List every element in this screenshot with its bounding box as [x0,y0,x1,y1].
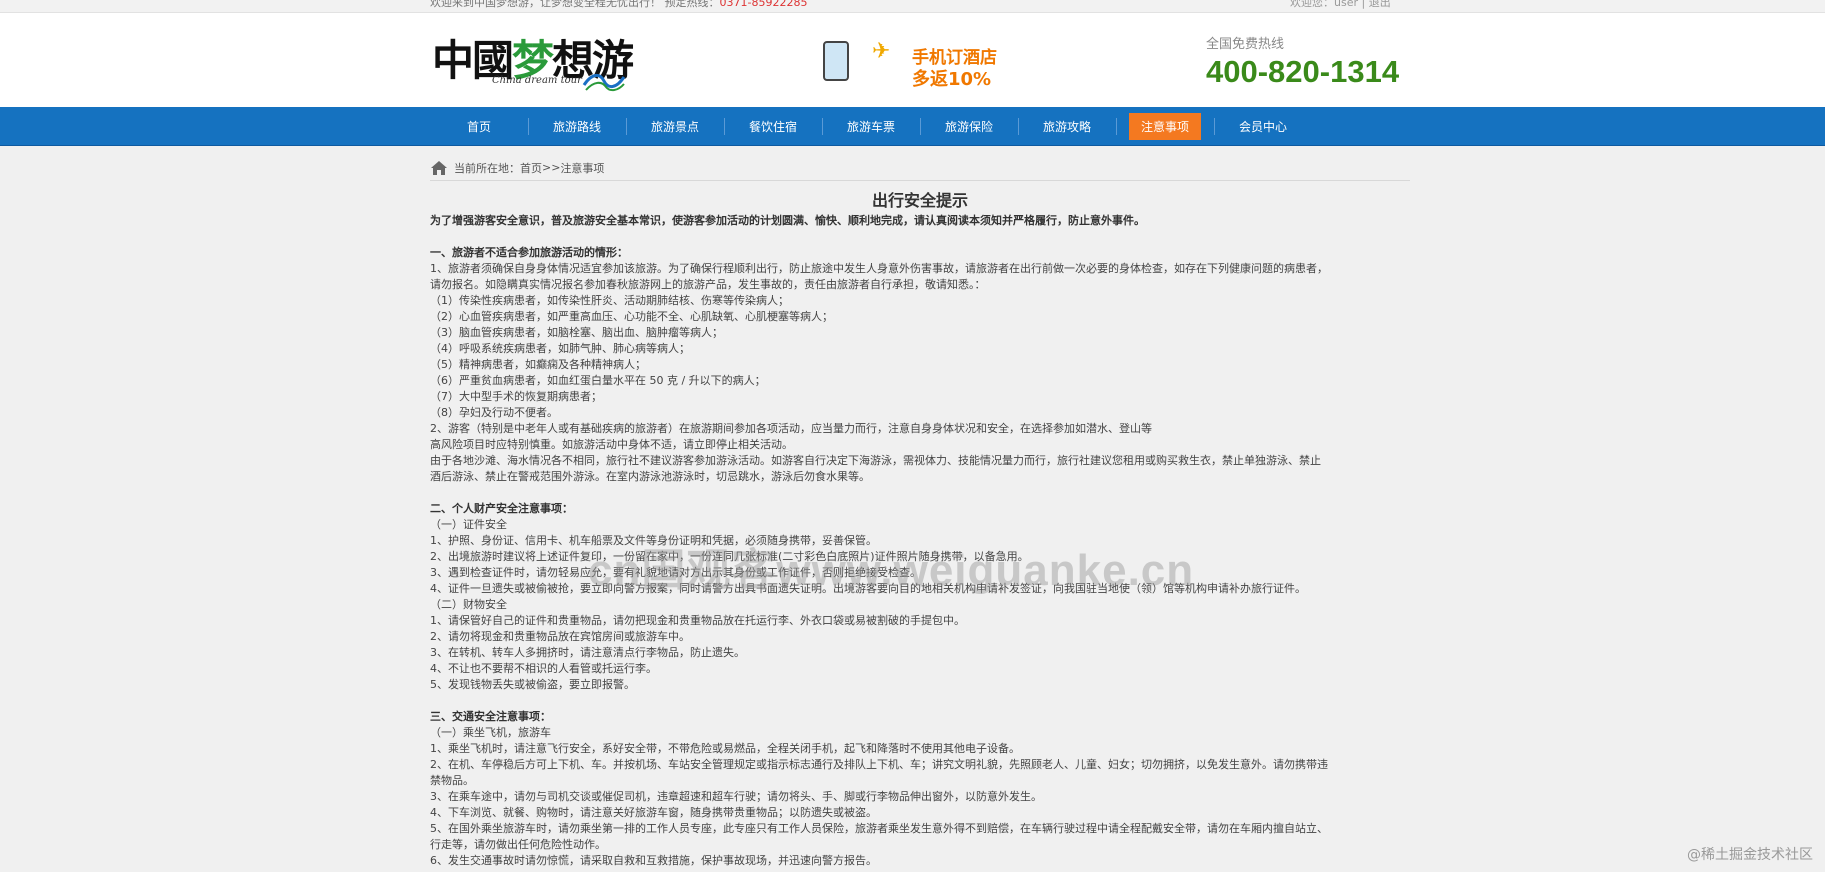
content-area: 当前所在地： 首页 >> 注意事项 出行安全提示 为了增强游客安全意识，普及旅游… [0,146,1825,872]
user-links[interactable]: 欢迎您：user | 退出 [1290,0,1391,10]
mobile-hotel-promo[interactable]: ✈ 手机订酒店 多返10% [820,35,1020,95]
article-line: （一）证件安全 [430,518,507,531]
nav-item-label: 注意事项 [1128,113,1201,140]
article-line: （8）孕妇及行动不便者。 [430,406,558,419]
home-icon [431,160,447,175]
article-line: 2、游客（特别是中老年人或有基础疾病的旅游者）在旅游期间参加各项活动，应当量力而… [430,422,1152,435]
nav-item[interactable]: 餐饮住宿 [724,107,822,146]
nav-item[interactable]: 会员中心 [1214,107,1312,146]
article-line: 2、在机、车停稳后方可上下机、车。并按机场、车站安全管理规定或指示标志通行及排队… [430,758,1328,771]
article-line: （5）精神病患者，如癫痫及各种精神病人； [430,358,646,371]
nav-item-label: 旅游保险 [944,120,993,134]
hotline-number: 400-820-1314 [1206,54,1400,89]
logo-wave-icon [582,74,626,92]
article-line: （6）严重贫血病患者，如血红蛋白量水平在 50 克 / 升以下的病人； [430,374,766,387]
article-line: （2）心血管疾病患者，如严重高血压、心功能不全、心肌缺氧、心肌梗塞等病人； [430,310,833,323]
article-line: （1）传染性疾病患者，如传染性肝炎、活动期肺结核、伤寒等传染病人； [430,294,789,307]
paper-plane-icon: ✈ [872,39,891,64]
nav-item-label: 旅游攻略 [1042,120,1091,134]
breadcrumb-current: 注意事项 [560,161,605,175]
section-heading: 二、个人财产安全注意事项： [430,502,573,515]
article-line: 禁物品。 [430,774,474,787]
booking-phone: 0371-85922285 [719,0,808,9]
logo-english-text: China dream tour [492,75,582,86]
article-line: 由于各地沙滩、海水情况各不相同，旅行社不建议游客参加游泳活动。如游客自行决定下海… [430,454,1321,467]
article-line: （二）财物安全 [430,598,507,611]
article-line: 6、发生交通事故时请勿惊慌，请采取自救和互救措施，保护事故现场，并迅速向警方报告… [430,854,877,867]
breadcrumb: 当前所在地： 首页 >> 注意事项 [430,155,1410,181]
nav-item-label: 会员中心 [1238,120,1287,134]
article-line: 2、请勿将现金和贵重物品放在宾馆房间或旅游车中。 [430,630,690,643]
nav-item[interactable]: 首页 [430,107,528,146]
section-heading: 三、交通安全注意事项： [430,710,551,723]
article-line: （3）脑血管疾病患者，如脑栓塞、脑出血、脑肿瘤等病人； [430,326,723,339]
mobile-phone-icon [823,41,849,81]
article: 出行安全提示 为了增强游客安全意识，普及旅游安全基本常识，使游客参加活动的计划圆… [430,190,1410,869]
site-logo[interactable]: 中國梦想游 China dream tour [432,27,634,97]
article-line: 1、乘坐飞机时，请注意飞行安全，系好安全带，不带危险或易燃品，全程关闭手机，起飞… [430,742,1020,755]
article-line: 3、在转机、转车人多拥挤时，请注意清点行李物品，防止遗失。 [430,646,745,659]
nav-item[interactable]: 旅游保险 [920,107,1018,146]
nav-item[interactable]: 旅游车票 [822,107,920,146]
article-title: 出行安全提示 [871,191,968,210]
nav-item[interactable]: 旅游景点 [626,107,724,146]
nav-item-label: 旅游路线 [552,120,601,134]
article-line: 5、发现钱物丢失或被偷盗，要立即报警。 [430,678,635,691]
welcome-text: 欢迎来到中国梦想游，让梦想变全程无忧出行！ 预定热线：0371-85922285 [430,0,807,10]
nav-item[interactable]: 注意事项 [1116,107,1214,146]
hotline-label: 全国免费热线 [1206,37,1285,52]
promo-line-2: 多返10% [912,69,992,90]
article-line: （4）呼吸系统疾病患者，如肺气肿、肺心病等病人； [430,342,690,355]
section-heading: 一、旅游者不适合参加旅游活动的情形： [430,246,628,259]
nav-item-label: 首页 [466,120,491,134]
article-line: 请勿报名。如隐瞒真实情况报名参加春秋旅游网上的旅游产品，发生事故的，责任由旅游者… [430,278,986,291]
article-line: （一）乘坐飞机，旅游车 [430,726,551,739]
article-line: 5、在国外乘坐旅游车时，请勿乘坐第一排的工作人员专座，此专座只有工作人员保险，旅… [430,822,1328,835]
nav-item[interactable]: 旅游路线 [528,107,626,146]
article-line: 1、请保管好自己的证件和贵重物品，请勿把现金和贵重物品放在托运行李、外衣口袋或易… [430,614,965,627]
article-line: 4、不让也不要帮不相识的人看管或托运行李。 [430,662,657,675]
breadcrumb-separator: >> [542,161,561,174]
site-watermark: cn国观客www.weiguanke.cn [588,546,1195,595]
breadcrumb-prefix: 当前所在地： [454,161,520,175]
article-intro: 为了增强游客安全意识，普及旅游安全基本常识，使游客参加活动的计划圆满、愉快、顺利… [430,214,1145,227]
nav-item[interactable]: 旅游攻略 [1018,107,1116,146]
article-line: 3、在乘车途中，请勿与司机交谈或催促司机，违章超速和超车行驶；请勿将头、手、脚或… [430,790,1042,803]
nav-item-label: 旅游景点 [650,120,699,134]
article-line: 4、下车浏览、就餐、购物时，请注意关好旅游车窗，随身携带贵重物品；以防遗失或被盗… [430,806,877,819]
juejin-watermark: @稀土掘金技术社区 [1687,847,1813,863]
top-info-bar: 欢迎来到中国梦想游，让梦想变全程无忧出行！ 预定热线：0371-85922285… [0,0,1825,13]
article-line: 酒后游泳、禁止在警戒范围外游泳。在室内游泳池游泳时，切忌跳水，游泳后勿食水果等。 [430,470,870,483]
main-nav: 首页 旅游路线 旅游景点 餐饮住宿 旅游车票 旅游保险 旅游攻略 注意事项 会员中心 [0,107,1825,146]
nav-item-label: 餐饮住宿 [748,120,797,134]
site-header: 中國梦想游 China dream tour ✈ 手机订酒店 多返10% 全国免… [0,13,1825,107]
nav-item-label: 旅游车票 [846,120,895,134]
article-line: 行走等，请勿做出任何危险性动作。 [430,838,606,851]
hotline-block: 全国免费热线 400-820-1314 [1206,33,1399,90]
article-line: 1、旅游者须确保自身身体情况适宜参加该旅游。为了确保行程顺利出行，防止旅途中发生… [430,262,1328,275]
article-line: （7）大中型手术的恢复期病患者； [430,390,602,403]
breadcrumb-home-link[interactable]: 首页 [520,160,542,176]
article-line: 高风险项目时应特别慎重。如旅游活动中身体不适，请立即停止相关活动。 [430,438,793,451]
